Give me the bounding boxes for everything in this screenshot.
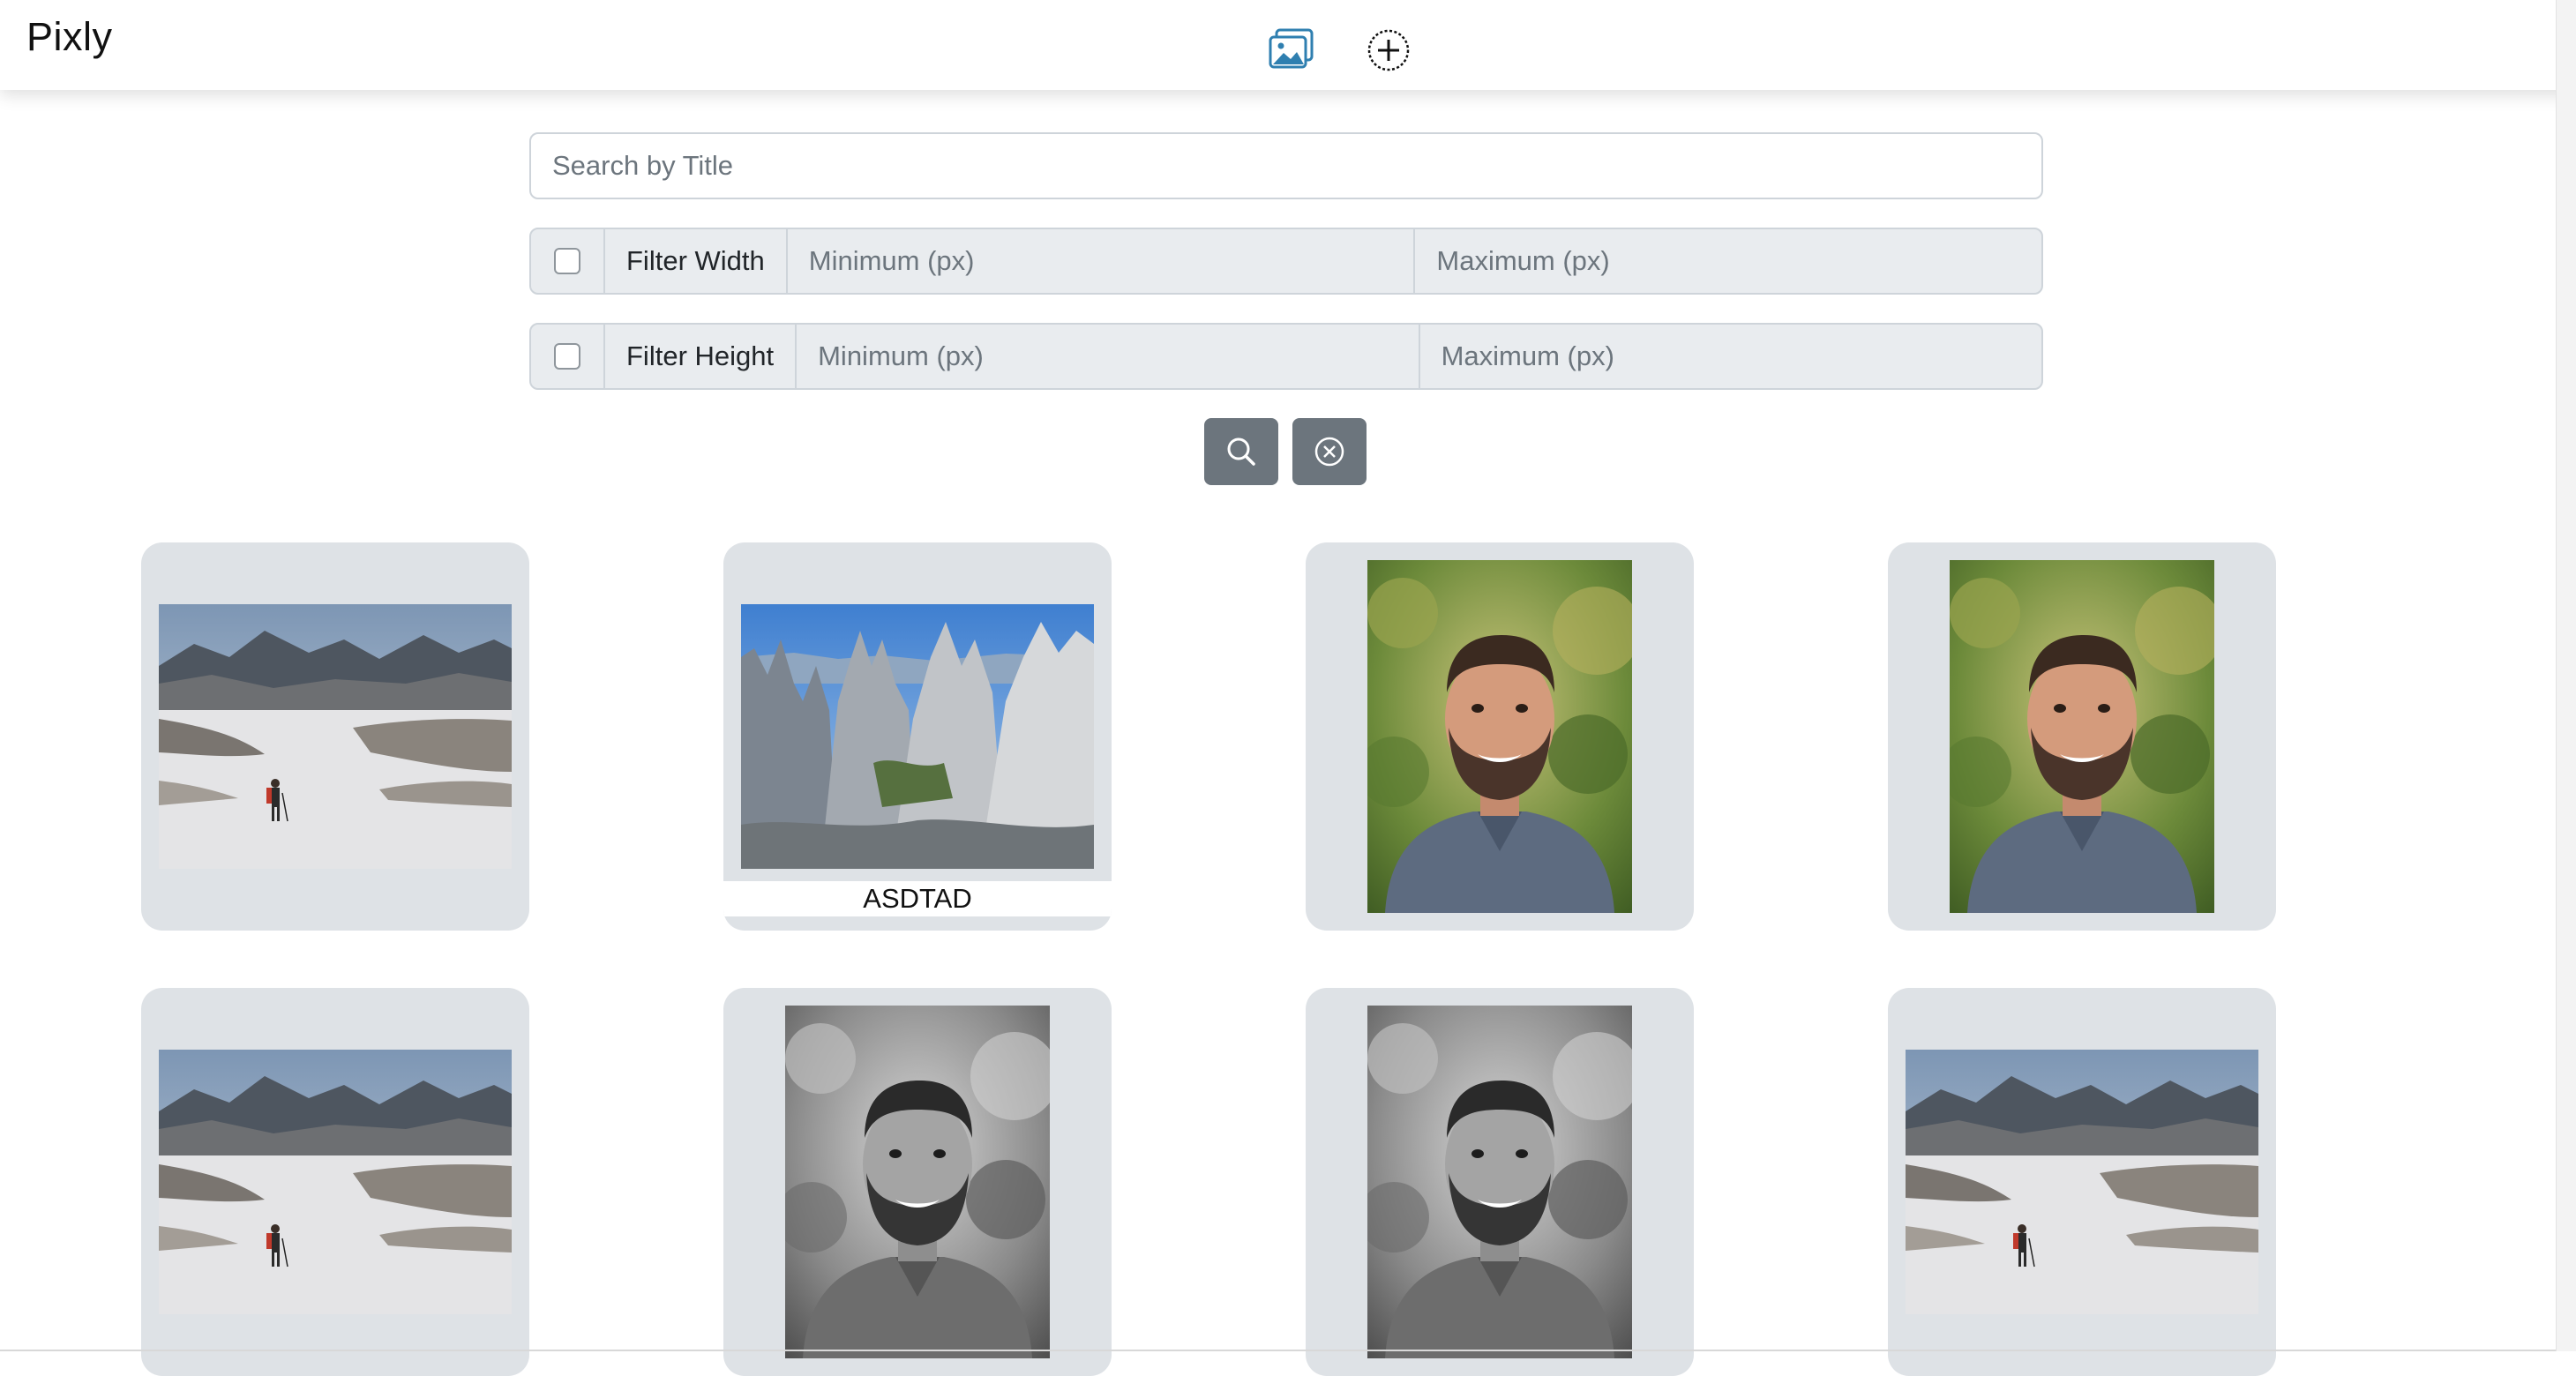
- filter-height-checkbox[interactable]: [554, 343, 580, 370]
- image-card[interactable]: [1888, 542, 2276, 931]
- images-icon[interactable]: [1268, 26, 1315, 74]
- search-button[interactable]: [1204, 418, 1278, 485]
- brand-logo[interactable]: Pixly: [26, 14, 113, 60]
- image-card[interactable]: [1306, 988, 1694, 1376]
- image-card[interactable]: [723, 988, 1112, 1376]
- filter-width-group: Filter Width: [529, 228, 2043, 295]
- height-min-input[interactable]: [797, 325, 1420, 388]
- plus-circle-icon[interactable]: [1365, 26, 1412, 74]
- image-card[interactable]: [1306, 542, 1694, 931]
- gallery-photo: [1367, 1006, 1632, 1358]
- width-min-input[interactable]: [787, 229, 1416, 293]
- clear-filters-button[interactable]: [1292, 418, 1367, 485]
- filter-width-checkbox[interactable]: [554, 248, 580, 274]
- gallery-photo: [785, 1006, 1050, 1358]
- image-title: ASDTAD: [723, 881, 1112, 916]
- filter-height-checkbox-wrap: [531, 325, 605, 388]
- image-card[interactable]: ASDTAD: [723, 542, 1112, 931]
- gallery-photo: [159, 1050, 512, 1314]
- width-max-input[interactable]: [1415, 229, 2041, 293]
- navbar: Pixly: [0, 0, 2576, 90]
- filter-height-group: Filter Height: [529, 323, 2043, 390]
- gallery-photo: [159, 604, 512, 869]
- image-card[interactable]: [141, 988, 529, 1376]
- filter-width-checkbox-wrap: [531, 229, 605, 293]
- filter-width-label: Filter Width: [605, 229, 788, 293]
- height-max-input[interactable]: [1419, 325, 2041, 388]
- image-card[interactable]: [141, 542, 529, 931]
- x-circle-icon: [1314, 437, 1344, 467]
- gallery-photo: [1950, 560, 2214, 913]
- search-input[interactable]: [529, 132, 2043, 199]
- vertical-scrollbar[interactable]: [2556, 0, 2576, 1351]
- image-card[interactable]: [1888, 988, 2276, 1376]
- search-icon: [1227, 437, 1255, 466]
- filter-height-label: Filter Height: [605, 325, 798, 388]
- gallery-photo: [1367, 560, 1632, 913]
- gallery-photo: [1906, 1050, 2258, 1314]
- gallery-photo: [741, 604, 1094, 869]
